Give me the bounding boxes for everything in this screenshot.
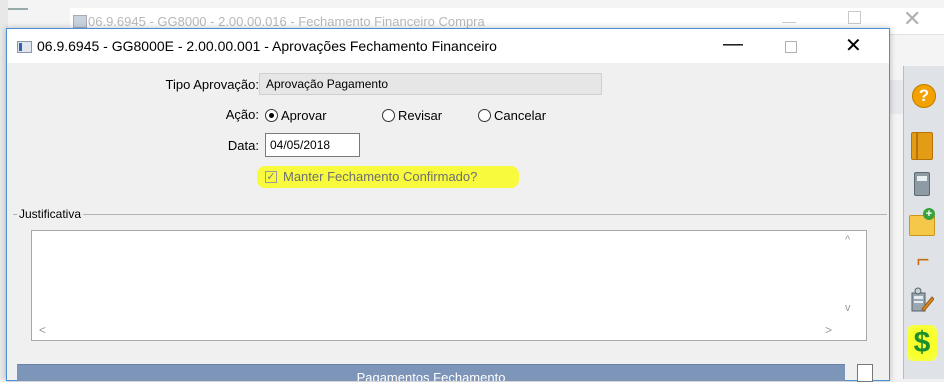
close-button[interactable]: ✕ xyxy=(845,33,862,58)
tipo-aprovacao-label: Tipo Aprovação: xyxy=(165,77,259,92)
background-app-icon xyxy=(73,15,87,28)
radio-revisar[interactable]: Revisar xyxy=(382,108,442,123)
maximize-button[interactable] xyxy=(785,41,797,53)
tipo-aprovacao-field: Aprovação Pagamento xyxy=(259,73,602,95)
background-window-title: 06.9.6945 - GG8000 - 2.00.00.016 - Fecha… xyxy=(88,14,485,29)
radio-circle[interactable] xyxy=(382,109,395,122)
justificativa-textarea[interactable] xyxy=(31,230,867,341)
acao-label: Ação: xyxy=(225,107,259,122)
book-icon[interactable] xyxy=(911,132,933,160)
manter-fechamento-checkbox[interactable]: ✓ Manter Fechamento Confirmado? xyxy=(265,169,477,184)
manter-fechamento-label: Manter Fechamento Confirmado? xyxy=(283,169,478,184)
gun-icon[interactable]: ⌐ xyxy=(910,247,936,272)
radio-circle[interactable] xyxy=(265,109,278,122)
background-maximize-button[interactable] xyxy=(848,11,861,24)
report-icon-graphic xyxy=(911,287,934,312)
dialog-title: 06.9.6945 - GG8000E - 2.00.00.001 - Apro… xyxy=(37,38,497,54)
report-icon[interactable] xyxy=(910,287,934,313)
dialog-app-icon xyxy=(17,41,32,53)
data-input[interactable]: 04/05/2018 xyxy=(265,133,360,157)
background-close-button[interactable]: ✕ xyxy=(903,6,921,32)
dollar-icon[interactable]: $ xyxy=(907,325,937,361)
radio-cancelar[interactable]: Cancelar xyxy=(478,108,546,123)
radio-aprovar-label: Aprovar xyxy=(281,108,327,123)
background-minimize-button[interactable]: — xyxy=(782,13,796,29)
scroll-left-icon[interactable]: < xyxy=(39,323,46,337)
justificativa-label: Justificativa xyxy=(17,207,84,221)
approval-dialog: 06.9.6945 - GG8000E - 2.00.00.001 - Apro… xyxy=(6,28,890,382)
radio-cancelar-label: Cancelar xyxy=(494,108,547,123)
radio-aprovar[interactable]: Aprovar xyxy=(265,108,327,123)
help-icon[interactable]: ? xyxy=(912,84,936,108)
scroll-up-icon[interactable]: ^ xyxy=(845,234,850,246)
radio-revisar-label: Revisar xyxy=(398,108,443,123)
background-menu-line xyxy=(8,8,28,10)
scroll-right-icon[interactable]: > xyxy=(825,323,832,337)
check-icon[interactable]: ✓ xyxy=(265,170,277,183)
radio-circle[interactable] xyxy=(478,109,491,122)
minimize-button[interactable]: — xyxy=(723,33,743,56)
scroll-down-icon[interactable]: v xyxy=(845,302,851,314)
data-label: Data: xyxy=(227,138,259,153)
page-icon[interactable] xyxy=(857,364,873,382)
pagamentos-fechamento-header[interactable]: Pagamentos Fechamento xyxy=(17,364,845,381)
calculator-icon[interactable] xyxy=(914,172,930,196)
plus-badge-icon: + xyxy=(923,208,935,220)
